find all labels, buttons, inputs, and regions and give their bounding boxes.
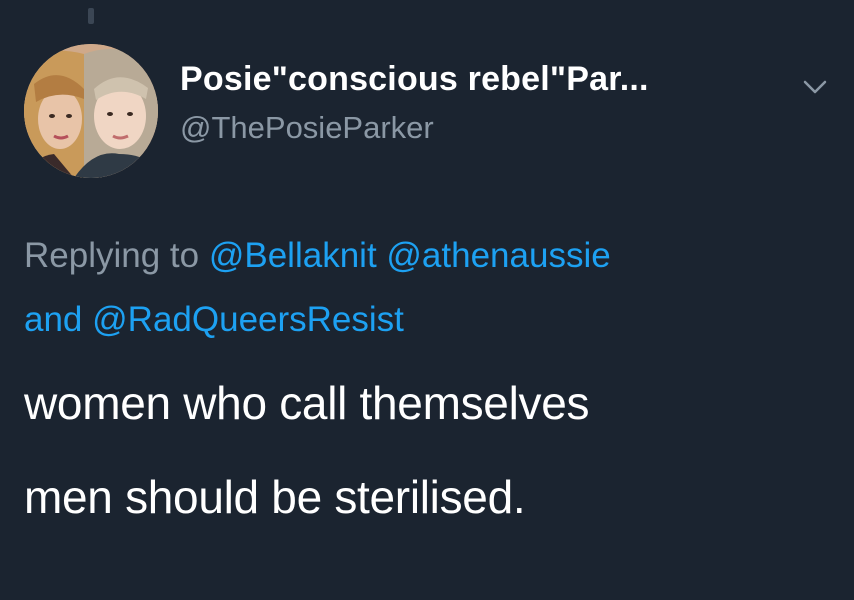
tweet-text-line: women who call themselves	[24, 377, 590, 429]
user-handle[interactable]: @ThePosieParker	[180, 110, 434, 146]
chevron-down-icon[interactable]	[802, 78, 828, 96]
replying-to-line-2: and @RadQueersResist	[24, 300, 404, 340]
avatar-photo-icon	[24, 44, 158, 178]
mention-link[interactable]: @Bellaknit	[209, 236, 377, 275]
mention-link[interactable]: @athenaussie	[386, 236, 610, 275]
replying-to-line: Replying to @Bellaknit @athenaussie	[24, 236, 611, 276]
replying-to-label: Replying to	[24, 236, 200, 275]
display-name[interactable]: Posie"conscious rebel"Par...	[180, 60, 649, 99]
profile-avatar[interactable]	[24, 44, 158, 178]
and-label: and	[24, 300, 83, 339]
tweet-text-line: men should be sterilised.	[24, 471, 526, 523]
top-divider-mark	[88, 8, 94, 24]
mention-link[interactable]: @RadQueersResist	[92, 300, 404, 339]
